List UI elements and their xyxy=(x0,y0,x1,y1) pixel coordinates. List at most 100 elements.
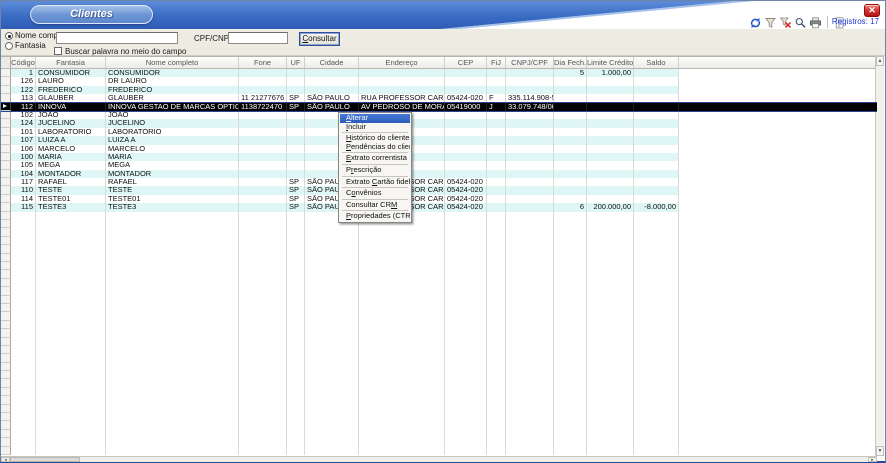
context-menu-item[interactable]: Pendências do cliente xyxy=(340,143,410,152)
close-button[interactable]: ✕ xyxy=(864,4,880,17)
context-menu-item[interactable]: Histórico do cliente xyxy=(340,134,410,143)
cell-nome-completo xyxy=(106,329,239,337)
cell-saldo xyxy=(634,178,679,186)
scroll-up-icon[interactable]: ▲ xyxy=(876,56,884,66)
cell-dia-fech xyxy=(554,321,587,329)
cell-fij xyxy=(487,405,506,413)
table-row[interactable]: 126LAURODR LAURO xyxy=(1,77,877,85)
cpf-cnpj-input[interactable] xyxy=(228,32,288,44)
table-row[interactable]: 117RAFAELRAFAELSPSÃO PAULORUA PROFESSOR … xyxy=(1,178,877,186)
context-menu-item[interactable]: Propriedades (CTRL+T) xyxy=(340,212,410,221)
cell-fantasia xyxy=(36,279,106,287)
filter-icon[interactable] xyxy=(764,16,777,28)
cell-fone xyxy=(239,363,287,371)
column-header-dia-fech[interactable]: Dia Fech. xyxy=(554,57,587,68)
cell-uf xyxy=(287,161,305,169)
context-menu-item[interactable]: Consultar CRM xyxy=(340,201,410,210)
cell-codigo: 114 xyxy=(11,195,36,203)
cell-cep xyxy=(445,145,487,153)
table-row[interactable]: 114TESTE01TESTE01SPSÃO PAULORUA PROFESSO… xyxy=(1,195,877,203)
cell-nome-completo xyxy=(106,270,239,278)
cell-dia-fech xyxy=(554,438,587,446)
table-row[interactable]: 115TESTE3TESTE3SPSÃO PAULORUA PROFESSOR … xyxy=(1,203,877,211)
table-row[interactable]: 110TESTETESTESPSÃO PAULORUA PROFESSOR CA… xyxy=(1,186,877,194)
table-row[interactable]: 107LUIZA ALUIZA A xyxy=(1,136,877,144)
row-filler xyxy=(679,178,877,186)
cell-fantasia: MARCELO xyxy=(36,145,106,153)
search-icon[interactable] xyxy=(794,16,807,28)
column-header-cidade[interactable]: Cidade xyxy=(305,57,359,68)
row-indicator xyxy=(1,153,11,161)
search-input[interactable] xyxy=(56,32,178,44)
column-header-saldo[interactable]: Saldo xyxy=(634,57,679,68)
column-header-fij[interactable]: FiJ xyxy=(487,57,506,68)
column-header-limite-credito[interactable]: Limite Crédito xyxy=(587,57,634,68)
context-menu-item[interactable]: Incluir xyxy=(340,123,410,132)
scroll-down-icon[interactable]: ▼ xyxy=(876,446,884,456)
row-indicator xyxy=(1,145,11,153)
column-header-endereco[interactable]: Endereço xyxy=(359,57,445,68)
table-row[interactable]: 106MARCELOMARCELO xyxy=(1,145,877,153)
table-row[interactable]: 104MONTADORMONTADOR xyxy=(1,170,877,178)
cell-endereco xyxy=(359,270,445,278)
cell-uf xyxy=(287,329,305,337)
table-row[interactable]: 113GLAUBERGLAUBER11 21277676SPSÃO PAULOR… xyxy=(1,94,877,102)
scroll-left-icon[interactable]: ◄ xyxy=(1,457,10,462)
column-header-fantasia[interactable]: Fantasia xyxy=(36,57,106,68)
cell-cnpj-cpf xyxy=(506,119,554,127)
print-icon[interactable] xyxy=(809,16,822,28)
column-header-codigo[interactable]: Código xyxy=(11,57,36,68)
table-row[interactable]: 102JOÃOJOÃO xyxy=(1,111,877,119)
row-indicator xyxy=(1,296,11,304)
cell-endereco: AV PEDROSO DE MORAIS, 433-124 xyxy=(359,103,445,111)
cell-fantasia: GLAUBER xyxy=(36,94,106,102)
radio-nome-completo[interactable] xyxy=(5,32,13,40)
table-row[interactable]: 100MARIAMARIA xyxy=(1,153,877,161)
row-filler xyxy=(679,153,877,161)
column-header-cep[interactable]: CEP xyxy=(445,57,487,68)
cell-fij xyxy=(487,254,506,262)
cell-codigo xyxy=(11,237,36,245)
column-header-uf[interactable]: UF xyxy=(287,57,305,68)
cell-nome-completo xyxy=(106,447,239,455)
row-filler xyxy=(679,136,877,144)
cell-cidade xyxy=(305,396,359,404)
radio-fantasia[interactable] xyxy=(5,42,13,50)
column-header-nome-completo[interactable]: Nome completo xyxy=(106,57,239,68)
table-row[interactable]: 112INNOVAINNOVA GESTAO DE MARCAS OPTICAS… xyxy=(1,103,877,111)
context-menu-item[interactable]: Extrato Cartão fidelidade xyxy=(340,178,410,187)
context-menu-item[interactable]: Extrato correntista xyxy=(340,154,410,163)
context-menu-item[interactable]: Prescrição xyxy=(340,166,410,175)
table-row[interactable]: 124JUCELINOJUCELINO xyxy=(1,119,877,127)
cell-nome-completo: MEGA xyxy=(106,161,239,169)
middle-word-checkbox[interactable] xyxy=(54,47,62,55)
consultar-button[interactable]: Consultar xyxy=(299,32,340,46)
row-indicator xyxy=(1,119,11,127)
horizontal-scroll-thumb[interactable] xyxy=(10,457,80,462)
table-row[interactable]: 105MEGAMEGA xyxy=(1,161,877,169)
cell-endereco xyxy=(359,396,445,404)
cell-fantasia: LABORATORIO xyxy=(36,128,106,136)
column-header-fone[interactable]: Fone xyxy=(239,57,287,68)
clear-filter-icon[interactable] xyxy=(779,16,792,28)
column-header-cnpj-cpf[interactable]: CNPJ/CPF xyxy=(506,57,554,68)
menu-separator xyxy=(342,152,408,153)
context-menu-item[interactable]: Convênios xyxy=(340,189,410,198)
scroll-right-icon[interactable]: ► xyxy=(868,457,877,462)
vertical-scrollbar[interactable]: ▲ ▼ xyxy=(875,56,884,456)
cell-dia-fech xyxy=(554,296,587,304)
table-row[interactable]: 122FREDERICOFREDERICO xyxy=(1,86,877,94)
table-row[interactable]: 101LABORATORIOLABORATORIO xyxy=(1,128,877,136)
horizontal-scrollbar[interactable]: ◄ ► xyxy=(1,456,877,462)
cell-codigo xyxy=(11,245,36,253)
cell-limite-credito xyxy=(587,262,634,270)
context-menu-item[interactable]: Alterar xyxy=(340,114,410,123)
refresh-icon[interactable] xyxy=(749,16,762,28)
table-row[interactable]: 1CONSUMIDORCONSUMIDOR51.000,00 xyxy=(1,69,877,77)
cell-limite-credito xyxy=(587,94,634,102)
cell-dia-fech xyxy=(554,136,587,144)
cell-cnpj-cpf xyxy=(506,363,554,371)
cell-limite-credito: 1.000,00 xyxy=(587,69,634,77)
cell-limite-credito xyxy=(587,413,634,421)
cell-nome-completo: MONTADOR xyxy=(106,170,239,178)
